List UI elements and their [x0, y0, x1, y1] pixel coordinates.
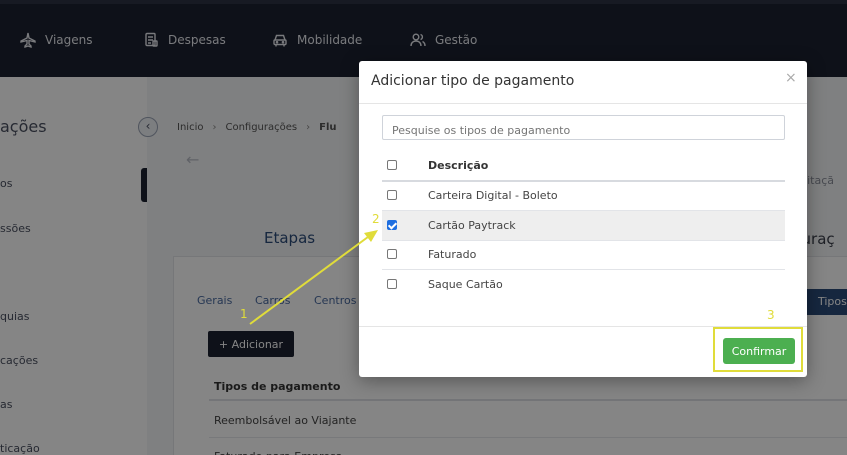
divider — [359, 103, 807, 104]
select-all-checkbox[interactable] — [387, 160, 397, 170]
close-icon[interactable]: × — [785, 70, 797, 86]
option-label: Cartão Paytrack — [428, 219, 516, 232]
option-checkbox-checked[interactable] — [387, 220, 397, 230]
annotation-step-3: 3 — [767, 308, 775, 322]
option-label: Faturado — [428, 248, 477, 261]
option-checkbox[interactable] — [387, 190, 397, 200]
annotation-step-1: 1 — [240, 307, 248, 321]
divider — [382, 269, 785, 270]
search-input[interactable] — [382, 115, 785, 140]
divider — [382, 240, 785, 241]
option-checkbox[interactable] — [387, 279, 397, 289]
divider — [382, 180, 785, 182]
annotation-step-2: 2 — [372, 212, 380, 226]
option-label: Carteira Digital - Boleto — [428, 189, 558, 202]
modal-title: Adicionar tipo de pagamento — [371, 73, 575, 89]
annotation-highlight-box — [713, 327, 803, 372]
column-header-descricao: Descrição — [428, 159, 489, 172]
option-checkbox[interactable] — [387, 249, 397, 259]
option-label: Saque Cartão — [428, 278, 503, 291]
